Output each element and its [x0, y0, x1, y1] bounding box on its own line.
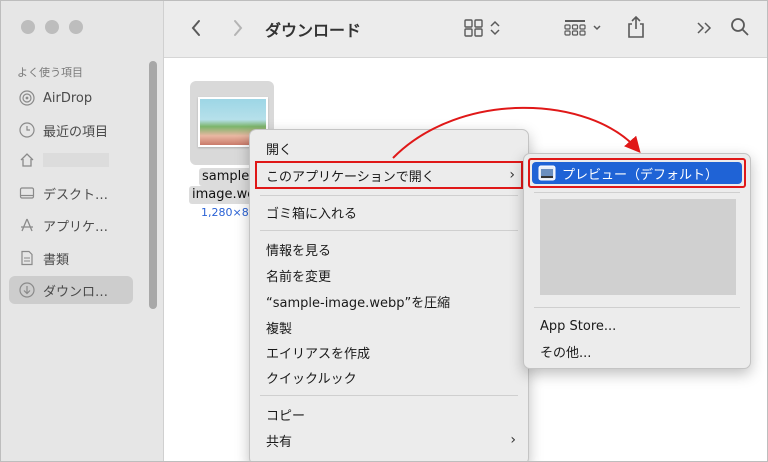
chevron-right-icon: › — [510, 432, 516, 448]
sidebar-scrollbar[interactable] — [149, 61, 157, 309]
close-window-button[interactable] — [21, 20, 35, 34]
home-icon — [20, 153, 34, 167]
menu-separator — [534, 192, 740, 193]
airdrop-icon — [19, 90, 35, 106]
menu-item-label: エイリアスを作成 — [266, 346, 371, 362]
menu-item-share[interactable]: 共有 › — [256, 428, 522, 452]
search-button[interactable] — [728, 15, 752, 39]
file-name-line2: image.we — [189, 186, 259, 204]
double-chevron-icon — [697, 22, 712, 34]
sidebar-item-airdrop[interactable]: AirDrop — [9, 84, 133, 112]
menu-separator — [260, 230, 518, 231]
menu-item-label: 複製 — [266, 321, 293, 337]
toolbar: ダウンロード — [164, 1, 767, 58]
chevron-down-icon — [593, 25, 601, 31]
submenu-item-label: App Store... — [540, 318, 617, 334]
window-title: ダウンロード — [265, 21, 362, 40]
menu-separator — [260, 195, 518, 196]
menu-item-compress[interactable]: “sample-image.webp”を圧縮 — [256, 289, 522, 313]
menu-item-label: クイックルック — [266, 371, 357, 387]
menu-item-label: ゴミ箱に入れる — [266, 206, 358, 222]
menu-item-quicklook[interactable]: クイックルック — [256, 365, 522, 389]
sidebar-item-label: アプリケ… — [43, 219, 109, 235]
sidebar-item-desktop[interactable]: デスクト… — [9, 179, 133, 207]
sidebar-item-home[interactable] — [9, 146, 133, 174]
chevron-right-icon: › — [509, 167, 515, 183]
submenu-item-app-store[interactable]: App Store... — [530, 314, 744, 338]
view-mode-button[interactable] — [459, 16, 505, 40]
finder-window: よく使う項目 AirDrop 最近の項目 デスクト… アプリケ… 書類 ダウンロ… — [0, 0, 768, 462]
applications-icon — [21, 218, 33, 232]
sidebar-item-label: 最近の項目 — [43, 124, 109, 140]
group-icon — [564, 20, 586, 36]
sidebar-section-title: よく使う項目 — [17, 66, 83, 79]
menu-item-label: 名前を変更 — [266, 269, 332, 285]
forward-button[interactable] — [228, 17, 248, 39]
redacted-username — [43, 153, 109, 167]
sidebar-item-label: デスクト… — [43, 187, 109, 203]
redacted-app-list — [540, 199, 736, 295]
menu-item-open[interactable]: 開く — [256, 136, 522, 160]
share-button[interactable] — [624, 13, 648, 41]
submenu-item-preview[interactable]: プレビュー（デフォルト） — [528, 158, 746, 188]
menu-item-make-alias[interactable]: エイリアスを作成 — [256, 340, 522, 364]
menu-item-label: 情報を見る — [266, 243, 332, 259]
file-name-line1: sample — [199, 168, 253, 186]
back-button[interactable] — [186, 17, 206, 39]
download-icon — [19, 282, 35, 298]
sidebar-item-label: AirDrop — [43, 90, 93, 106]
minimize-window-button[interactable] — [45, 20, 59, 34]
menu-item-trash[interactable]: ゴミ箱に入れる — [256, 200, 522, 224]
clock-icon — [19, 122, 35, 138]
document-icon — [21, 250, 33, 266]
menu-item-duplicate[interactable]: 複製 — [256, 315, 522, 339]
sidebar-item-applications[interactable]: アプリケ… — [9, 211, 133, 239]
group-button[interactable] — [560, 16, 606, 40]
more-toolbar-button[interactable] — [694, 17, 714, 39]
sidebar-item-label: ダウンロ… — [43, 284, 109, 300]
share-icon — [628, 15, 644, 38]
menu-separator — [534, 307, 740, 308]
submenu-item-label: その他... — [540, 345, 592, 361]
submenu-item-label: プレビュー（デフォルト） — [562, 167, 719, 183]
menu-item-label: コピー — [266, 408, 306, 424]
grid-view-icon — [463, 19, 483, 37]
menu-item-get-info[interactable]: 情報を見る — [256, 237, 522, 261]
menu-item-rename[interactable]: 名前を変更 — [256, 263, 522, 287]
chevron-left-icon — [191, 20, 200, 36]
zoom-window-button[interactable] — [69, 20, 83, 34]
sidebar: よく使う項目 AirDrop 最近の項目 デスクト… アプリケ… 書類 ダウンロ… — [1, 1, 164, 461]
menu-item-open-with[interactable]: このアプリケーションで開く › — [255, 161, 523, 189]
context-menu: 開く このアプリケーションで開く › ゴミ箱に入れる 情報を見る 名前を変更 “… — [249, 129, 529, 461]
sidebar-item-label: 書類 — [43, 252, 70, 268]
menu-item-label: “sample-image.webp”を圧縮 — [266, 295, 451, 311]
open-with-submenu: プレビュー（デフォルト） App Store... その他... — [523, 153, 751, 369]
highlight: プレビュー（デフォルト） — [532, 162, 742, 184]
file-dimensions: 1,280×8 — [201, 206, 249, 219]
menu-item-label: このアプリケーションで開く — [266, 169, 435, 185]
search-icon — [731, 18, 749, 36]
submenu-item-other[interactable]: その他... — [530, 339, 744, 363]
up-down-chevron-icon — [489, 20, 500, 36]
desktop-icon — [19, 187, 35, 199]
sidebar-item-recents[interactable]: 最近の項目 — [9, 116, 133, 144]
sidebar-item-downloads[interactable]: ダウンロ… — [9, 276, 133, 304]
menu-item-label: 共有 — [266, 434, 293, 450]
menu-separator — [260, 395, 518, 396]
menu-item-label: 開く — [266, 142, 293, 158]
chevron-right-icon — [234, 20, 243, 36]
preview-app-icon — [538, 165, 556, 181]
menu-item-copy[interactable]: コピー — [256, 402, 522, 426]
sidebar-item-documents[interactable]: 書類 — [9, 244, 133, 272]
